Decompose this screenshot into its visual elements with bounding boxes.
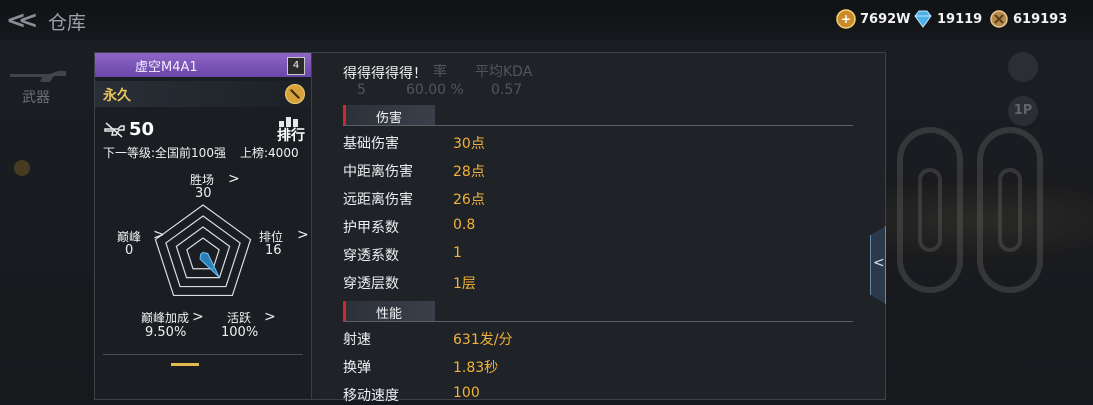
diamond-value: 19119 bbox=[937, 11, 983, 27]
perspective-button[interactable]: 1P bbox=[1008, 96, 1038, 126]
stat-rank-value: 16 bbox=[265, 243, 282, 258]
stat-row-name: 移动速度 bbox=[343, 388, 399, 404]
board-rank-text: 上榜:4000 bbox=[240, 146, 299, 160]
stat-peak-value: 0 bbox=[125, 243, 134, 258]
chevron-right-icon[interactable]: > bbox=[297, 227, 309, 243]
section-divider bbox=[343, 125, 853, 126]
next-level-text: 下一等级:全国前100强 bbox=[103, 146, 226, 160]
ghost-header-rate: 率 bbox=[433, 64, 447, 80]
section-title: 伤害 bbox=[376, 111, 403, 126]
radar-grid bbox=[154, 204, 252, 297]
weapon-level: 50 bbox=[103, 119, 154, 140]
weapon-detail-card: 虚空M4A1 4 永久 50 排行 下一等级:全国前100强 上榜:4000 胜… bbox=[94, 52, 886, 404]
ghost-header-kda: 平均KDA bbox=[475, 64, 533, 80]
gold-value: 7692W bbox=[860, 11, 911, 27]
rifle-icon bbox=[10, 71, 66, 82]
level-value: 50 bbox=[129, 119, 155, 140]
radar-value-shape bbox=[199, 251, 220, 278]
weapon-title-bar: 虚空M4A1 4 bbox=[95, 53, 311, 77]
chevron-right-icon[interactable]: > bbox=[228, 171, 240, 187]
section-divider bbox=[343, 321, 853, 322]
background-target-graphic bbox=[897, 127, 1043, 293]
section-title: 性能 bbox=[376, 307, 403, 322]
stat-active-label[interactable]: 活跃 bbox=[227, 309, 251, 326]
stat-row-value: 0.8 bbox=[453, 217, 476, 233]
chevron-right-icon[interactable]: > bbox=[153, 227, 165, 243]
stat-row-value: 1层 bbox=[453, 276, 476, 292]
stat-row-value: 100 bbox=[453, 385, 480, 401]
diamond-icon bbox=[914, 10, 932, 28]
stat-peak-bonus-label[interactable]: 巅峰加成 bbox=[141, 309, 189, 326]
divider bbox=[103, 354, 303, 355]
stat-row-value: 28点 bbox=[453, 164, 485, 180]
weapon-badge: 4 bbox=[287, 57, 305, 75]
chevron-left-icon: < bbox=[873, 255, 885, 271]
no-expire-icon bbox=[285, 84, 305, 104]
overlay-message: 得得得得得！ bbox=[343, 66, 427, 82]
stat-row-value: 1 bbox=[453, 245, 462, 261]
section-header-performance: 性能 bbox=[343, 301, 435, 322]
coin-icon bbox=[990, 10, 1008, 28]
crossed-gun-icon bbox=[104, 121, 125, 138]
coin-currency[interactable]: 619193 bbox=[989, 9, 1067, 29]
collapse-panel-button[interactable]: < bbox=[870, 226, 886, 304]
weapon-stats-panel: 率 平均KDA 5 60.00 % 0.57 得得得得得！ 伤害 基础伤害 30… bbox=[313, 53, 885, 404]
gold-plus-icon: + bbox=[836, 9, 856, 29]
stat-row-value: 1.83秒 bbox=[453, 360, 499, 376]
diamond-currency[interactable]: 19119 bbox=[913, 9, 982, 29]
stat-peak-bonus-value: 9.50% bbox=[145, 325, 187, 340]
stat-row-value: 631发/分 bbox=[453, 332, 513, 348]
back-button[interactable]: << bbox=[6, 6, 40, 34]
stat-row-value: 26点 bbox=[453, 192, 485, 208]
gold-currency[interactable]: + 7692W bbox=[836, 9, 911, 29]
ghost-value-2: 0.57 bbox=[491, 82, 523, 98]
sidebar-indicator-dot bbox=[14, 160, 30, 176]
weapon-summary-panel: 虚空M4A1 4 永久 50 排行 下一等级:全国前100强 上榜:4000 胜… bbox=[95, 53, 312, 399]
stat-row-name: 护甲系数 bbox=[343, 220, 399, 236]
settings-circle-button[interactable] bbox=[1008, 52, 1038, 82]
ghost-value-1: 60.00 % bbox=[406, 82, 464, 98]
duration-label: 永久 bbox=[103, 88, 131, 104]
coin-value: 619193 bbox=[1013, 11, 1068, 27]
chevron-right-icon[interactable]: > bbox=[192, 309, 204, 325]
duration-bar: 永久 bbox=[95, 81, 311, 107]
section-header-damage: 伤害 bbox=[343, 105, 435, 126]
stat-row-name: 穿透系数 bbox=[343, 248, 399, 264]
stat-row-name: 换弹 bbox=[343, 360, 371, 376]
weapon-name: 虚空M4A1 bbox=[135, 60, 198, 75]
top-bar: << 仓库 + 7692W 19119 619193 bbox=[0, 0, 1093, 40]
stat-battles-value: 30 bbox=[195, 186, 212, 201]
double-chevron-left-icon: << bbox=[6, 6, 38, 34]
stat-row-name: 中距离伤害 bbox=[343, 164, 413, 180]
page-title: 仓库 bbox=[48, 12, 87, 34]
radar-ring bbox=[154, 204, 252, 297]
ghost-value-0: 5 bbox=[357, 82, 366, 98]
page-indicator bbox=[171, 363, 199, 366]
stat-row-name: 穿透层数 bbox=[343, 276, 399, 292]
stat-row-value: 30点 bbox=[453, 136, 485, 152]
leaderboard-label[interactable]: 排行 bbox=[277, 125, 305, 145]
sidebar-weapon-tab[interactable]: 武器 bbox=[22, 87, 50, 107]
stat-row-name: 射速 bbox=[343, 332, 371, 348]
stat-active-value: 100% bbox=[221, 325, 259, 340]
chevron-right-icon[interactable]: > bbox=[264, 309, 276, 325]
svg-text:+: + bbox=[841, 12, 851, 26]
stat-row-name: 基础伤害 bbox=[343, 136, 399, 152]
stat-row-name: 远距离伤害 bbox=[343, 192, 413, 208]
